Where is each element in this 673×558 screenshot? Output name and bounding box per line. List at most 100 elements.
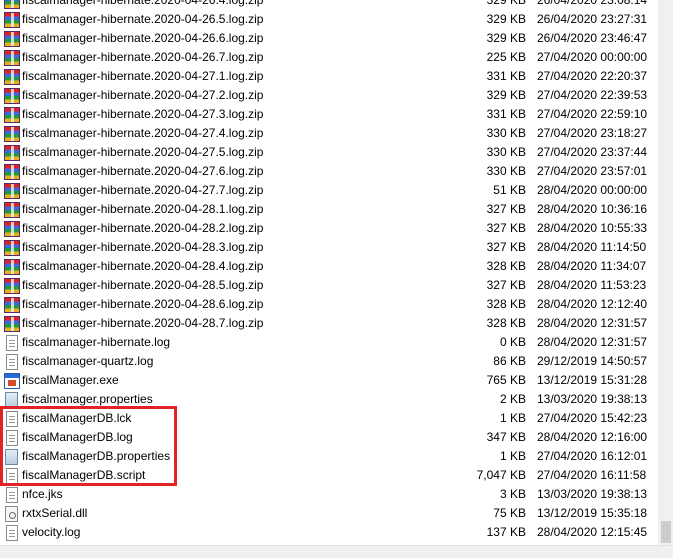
file-name[interactable]: fiscalmanager-hibernate.2020-04-26.4.log…: [22, 0, 263, 10]
file-date-modified: 26/04/2020 23:08:14: [537, 0, 648, 7]
file-size: 327 KB: [486, 202, 526, 216]
file-row[interactable]: fiscalmanager-hibernate.2020-04-28.7.log…: [0, 314, 658, 333]
file-size: 329 KB: [486, 88, 526, 102]
file-row[interactable]: fiscalManagerDB.log 347 KB 28/04/2020 12:1…: [0, 428, 658, 447]
vertical-scrollbar[interactable]: [658, 0, 673, 545]
file-date-modified: 27/04/2020 22:39:53: [537, 88, 648, 102]
file-name[interactable]: velocity.log: [22, 523, 80, 542]
file-row[interactable]: fiscalmanager-quartz.log 86 KB 29/12/2019 …: [0, 352, 658, 371]
file-size: 327 KB: [486, 278, 526, 292]
file-row[interactable]: fiscalmanager-hibernate.2020-04-27.5.log…: [0, 143, 658, 162]
file-row[interactable]: fiscalmanager-hibernate.2020-04-26.7.log…: [0, 48, 658, 67]
file-name[interactable]: fiscalmanager-hibernate.2020-04-28.5.log…: [22, 276, 263, 295]
text-file-icon: [6, 487, 18, 503]
file-name[interactable]: fiscalmanager-hibernate.2020-04-28.6.log…: [22, 295, 263, 314]
file-row[interactable]: fiscalmanager-hibernate.2020-04-27.4.log…: [0, 124, 658, 143]
file-row[interactable]: fiscalManagerDB.script 7,047 KB 27/04/2020…: [0, 466, 658, 485]
file-name[interactable]: fiscalmanager-hibernate.2020-04-28.7.log…: [22, 314, 263, 333]
file-name[interactable]: fiscalmanager-quartz.log: [22, 352, 153, 371]
file-name[interactable]: fiscalmanager-hibernate.2020-04-27.7.log…: [22, 181, 263, 200]
file-size: 328 KB: [486, 297, 526, 311]
file-row[interactable]: fiscalmanager-hibernate.2020-04-28.6.log…: [0, 295, 658, 314]
zip-archive-icon: [4, 107, 20, 123]
file-name[interactable]: fiscalmanager-hibernate.2020-04-28.4.log…: [22, 257, 263, 276]
file-row[interactable]: fiscalManager.exe 765 KB 13/12/2019 15:31:…: [0, 371, 658, 390]
file-size: 3 KB: [499, 487, 526, 501]
file-name[interactable]: fiscalmanager-hibernate.2020-04-26.5.log…: [22, 10, 263, 29]
file-size: 86 KB: [493, 354, 526, 368]
file-name[interactable]: fiscalmanager-hibernate.2020-04-27.2.log…: [22, 86, 263, 105]
file-date-modified: 28/04/2020 10:36:16: [537, 202, 648, 216]
file-row[interactable]: fiscalmanager-hibernate.2020-04-26.4.log…: [0, 0, 658, 10]
file-row[interactable]: fiscalManagerDB.properties 1 KB 27/04/2020…: [0, 447, 658, 466]
file-name[interactable]: fiscalmanager-hibernate.2020-04-27.5.log…: [22, 143, 263, 162]
vertical-scrollbar-thumb[interactable]: [661, 521, 671, 543]
file-row[interactable]: fiscalmanager-hibernate.2020-04-28.4.log…: [0, 257, 658, 276]
zip-archive-icon: [4, 69, 20, 85]
file-row[interactable]: nfce.jks 3 KB 13/03/2020 19:38:13: [0, 485, 658, 504]
file-name[interactable]: fiscalmanager-hibernate.2020-04-28.3.log…: [22, 238, 263, 257]
file-row[interactable]: velocity.log 137 KB 28/04/2020 12:15:45: [0, 523, 658, 542]
text-file-icon: [6, 411, 18, 427]
zip-archive-icon: [4, 297, 20, 313]
file-name[interactable]: fiscalmanager-hibernate.2020-04-28.1.log…: [22, 200, 263, 219]
file-row[interactable]: fiscalmanager-hibernate.2020-04-28.5.log…: [0, 276, 658, 295]
application-icon: [4, 373, 20, 389]
file-date-modified: 13/12/2019 15:35:18: [537, 506, 648, 520]
zip-archive-icon: [4, 278, 20, 294]
file-row[interactable]: rxtxSerial.dll 75 KB 13/12/2019 15:35:18: [0, 504, 658, 523]
file-size: 330 KB: [486, 145, 526, 159]
file-name[interactable]: fiscalmanager.properties: [22, 390, 153, 409]
file-row[interactable]: fiscalmanager-hibernate.2020-04-27.1.log…: [0, 67, 658, 86]
file-row[interactable]: fiscalmanager-hibernate.2020-04-27.6.log…: [0, 162, 658, 181]
text-file-icon: [6, 354, 18, 370]
file-name[interactable]: fiscalManagerDB.script: [22, 466, 145, 485]
file-date-modified: 28/04/2020 00:00:00: [537, 183, 648, 197]
file-row[interactable]: fiscalmanager-hibernate.2020-04-28.2.log…: [0, 219, 658, 238]
zip-archive-icon: [4, 164, 20, 180]
file-row[interactable]: fiscalmanager-hibernate.log 0 KB 28/04/202…: [0, 333, 658, 352]
file-name[interactable]: fiscalManagerDB.lck: [22, 409, 131, 428]
file-name[interactable]: fiscalmanager-hibernate.2020-04-28.2.log…: [22, 219, 263, 238]
zip-archive-icon: [4, 221, 20, 237]
file-size: 225 KB: [486, 50, 526, 64]
file-row[interactable]: fiscalmanager-hibernate.2020-04-27.2.log…: [0, 86, 658, 105]
file-name[interactable]: fiscalmanager-hibernate.2020-04-26.7.log…: [22, 48, 263, 67]
horizontal-scrollbar[interactable]: [0, 545, 673, 558]
file-size: 0 KB: [499, 335, 526, 349]
file-date-modified: 28/04/2020 12:16:00: [537, 430, 648, 444]
file-size: 327 KB: [486, 221, 526, 235]
file-date-modified: 28/04/2020 10:55:33: [537, 221, 648, 235]
file-name[interactable]: fiscalmanager-hibernate.2020-04-27.4.log…: [22, 124, 263, 143]
file-name[interactable]: fiscalManagerDB.properties: [22, 447, 170, 466]
file-row[interactable]: fiscalmanager-hibernate.2020-04-27.3.log…: [0, 105, 658, 124]
file-row[interactable]: fiscalmanager.properties 2 KB 13/03/2020 1…: [0, 390, 658, 409]
file-row[interactable]: fiscalmanager-hibernate.2020-04-26.5.log…: [0, 10, 658, 29]
file-row[interactable]: fiscalManagerDB.lck 1 KB 27/04/2020 15:42:…: [0, 409, 658, 428]
file-row[interactable]: fiscalmanager-hibernate.2020-04-28.3.log…: [0, 238, 658, 257]
zip-archive-icon: [4, 316, 20, 332]
file-name[interactable]: fiscalManagerDB.log: [22, 428, 133, 447]
file-size: 347 KB: [486, 430, 526, 444]
file-name[interactable]: fiscalmanager-hibernate.2020-04-27.1.log…: [22, 67, 263, 86]
file-name[interactable]: fiscalmanager-hibernate.2020-04-27.6.log…: [22, 162, 263, 181]
file-date-modified: 27/04/2020 15:42:23: [537, 411, 648, 425]
file-name[interactable]: fiscalmanager-hibernate.2020-04-27.3.log…: [22, 105, 263, 124]
file-row[interactable]: fiscalmanager-hibernate.2020-04-28.1.log…: [0, 200, 658, 219]
file-size: 765 KB: [486, 373, 526, 387]
file-name[interactable]: fiscalManager.exe: [22, 371, 119, 390]
zip-archive-icon: [4, 88, 20, 104]
file-list: fiscalmanager-hibernate.2020-04-26.4.log…: [0, 0, 658, 542]
file-name[interactable]: fiscalmanager-hibernate.2020-04-26.6.log…: [22, 29, 263, 48]
zip-archive-icon: [4, 126, 20, 142]
file-row[interactable]: fiscalmanager-hibernate.2020-04-27.7.log…: [0, 181, 658, 200]
file-row[interactable]: fiscalmanager-hibernate.2020-04-26.6.log…: [0, 29, 658, 48]
file-size: 1 KB: [499, 411, 526, 425]
file-date-modified: 28/04/2020 11:34:07: [537, 259, 647, 273]
file-date-modified: 27/04/2020 22:20:37: [537, 69, 648, 83]
file-name[interactable]: nfce.jks: [22, 485, 63, 504]
file-size: 137 KB: [486, 525, 526, 539]
file-name[interactable]: rxtxSerial.dll: [22, 504, 87, 523]
file-date-modified: 29/12/2019 14:50:57: [537, 354, 648, 368]
file-name[interactable]: fiscalmanager-hibernate.log: [22, 333, 170, 352]
